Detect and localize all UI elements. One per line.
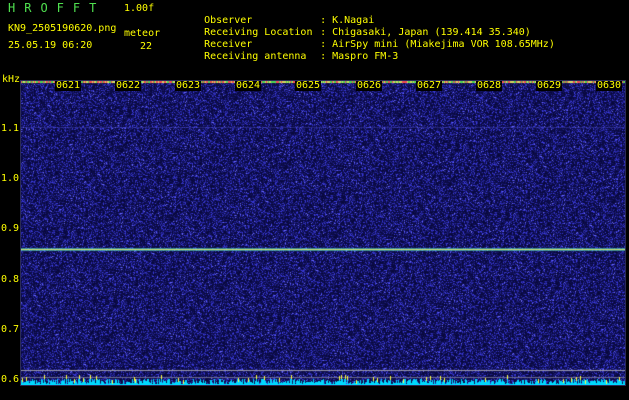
y-tick-label: 0.6 bbox=[1, 374, 20, 385]
x-tick-label: 0623 bbox=[175, 80, 202, 91]
x-tick-label: 0625 bbox=[295, 80, 322, 91]
y-tick-label: 0.8 bbox=[1, 274, 20, 285]
timestamp: 25.05.19 06:20 bbox=[8, 40, 93, 51]
info-separator: : bbox=[320, 51, 327, 62]
info-key: Receiving antenna bbox=[204, 51, 307, 62]
x-tick-label: 0626 bbox=[356, 80, 383, 91]
x-tick-label: 0624 bbox=[235, 80, 262, 91]
info-value: Maspro FM-3 bbox=[332, 51, 399, 62]
app-title: HROFFT bbox=[8, 1, 106, 15]
x-tick-label: 0627 bbox=[416, 80, 443, 91]
x-tick-label: 0629 bbox=[536, 80, 563, 91]
hrofft-window: HROFFT 1.00f KN9_2505190620.png meteor 2… bbox=[0, 0, 629, 400]
meteor-label: meteor bbox=[124, 28, 161, 39]
y-tick-label: 0.7 bbox=[1, 324, 20, 335]
y-tick-label: 1.0 bbox=[1, 173, 20, 184]
x-tick-label: 0630 bbox=[596, 80, 623, 91]
x-tick-label: 0621 bbox=[55, 80, 82, 91]
meteor-count: 22 bbox=[140, 41, 153, 52]
y-tick-label: 0.9 bbox=[1, 223, 20, 234]
x-tick-label: 0622 bbox=[115, 80, 142, 91]
file-name: KN9_2505190620.png bbox=[8, 23, 117, 34]
info-row-antenna: Receiving antenna: Maspro FM-3 bbox=[180, 39, 398, 75]
y-axis-unit: kHz bbox=[2, 74, 21, 85]
y-tick-label: 1.1 bbox=[1, 123, 20, 134]
spectrogram-canvas[interactable] bbox=[20, 80, 626, 386]
app-version: 1.00f bbox=[124, 3, 155, 14]
x-tick-label: 0628 bbox=[476, 80, 503, 91]
